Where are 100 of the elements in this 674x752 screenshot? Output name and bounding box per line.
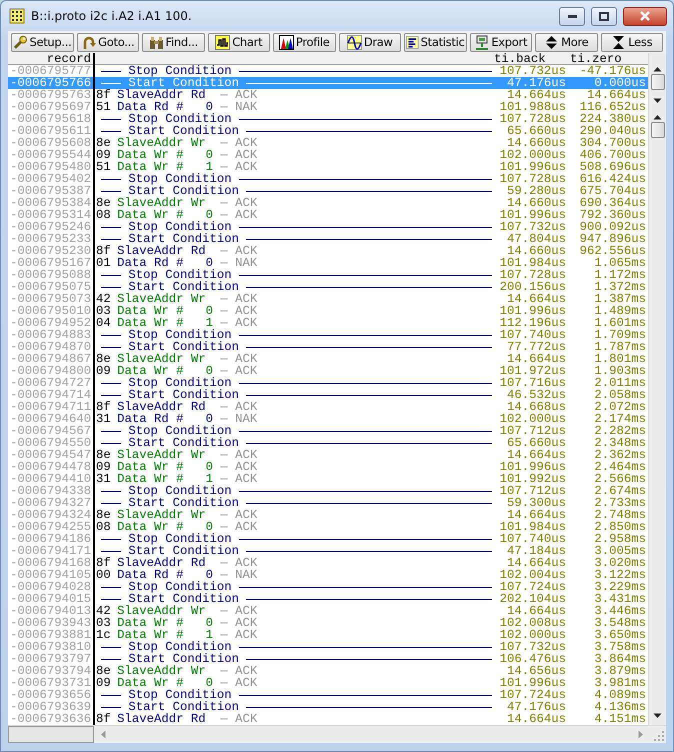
trace-row[interactable]: -0006794870 Start Condition 77.772us 1.787ms [8, 341, 648, 353]
trace-row[interactable]: -0006794327 Start Condition 59.300us 2.733ms [8, 497, 648, 509]
toolbar-button[interactable]: Statistic [404, 33, 466, 52]
event-text: SlaveAddr Wr [117, 449, 206, 461]
trace-row[interactable]: -0006794168 8f SlaveAddr Rd — ACK 14.664us 3.020ms [8, 557, 648, 569]
trace-row[interactable]: -0006793943 03 Data Wr # 0 — ACK 102.008us 3.548ms [8, 617, 648, 629]
trace-row[interactable]: -0006794547 8e SlaveAddr Wr — ACK 14.664us 2.362ms [8, 449, 648, 461]
column-header[interactable]: ti.back [492, 53, 568, 65]
time-cell-text: 2.748ms [593, 509, 647, 521]
trace-row[interactable]: -0006794727 Stop Condition 107.716us 2.011ms [8, 377, 648, 389]
trace-row[interactable]: -0006795233 Start Condition 47.804us 947.896us [8, 233, 648, 245]
trace-row[interactable]: -0006795387 Start Condition 59.280us 675.704us [8, 185, 648, 197]
trace-row[interactable]: -0006795088 Stop Condition 107.728us 1.172ms [8, 269, 648, 281]
trace-row[interactable]: -0006794171 Start Condition 47.184us 3.005ms [8, 545, 648, 557]
toolbar-button[interactable]: Goto... [76, 33, 139, 52]
trace-row[interactable]: -0006793731 09 Data Wr # 0 — ACK 101.996us 3.981ms [8, 677, 648, 689]
toolbar-button[interactable]: Less [600, 33, 663, 52]
ack-text: — ACK [220, 605, 258, 617]
trace-row[interactable]: -0006794711 8f SlaveAddr Rd — ACK 14.668us 2.072ms [8, 401, 648, 413]
toolbar-button[interactable]: Find... [142, 33, 204, 52]
toolbar-button[interactable]: More [535, 33, 598, 52]
toolbar-button[interactable]: Setup... [11, 33, 74, 52]
trace-row[interactable]: -0006795608 8e SlaveAddr Wr — ACK 14.660us 304.700us [8, 137, 648, 149]
toolbar-button[interactable]: Draw [338, 33, 401, 52]
trace-row[interactable]: -0006794640 31 Data Rd # 0 — NAK 102.000us 2.174ms [8, 413, 648, 425]
close-button[interactable] [623, 6, 667, 26]
vertical-scrollbar[interactable] [648, 53, 666, 725]
scroll-up-icon[interactable] [653, 66, 662, 72]
byte-value: 08 [95, 209, 112, 221]
event-text: Data Wr # [117, 209, 184, 221]
trace-row[interactable]: -0006793810 Stop Condition 107.732us 3.758ms [8, 641, 648, 653]
event-text: Data Wr # [117, 521, 184, 533]
trace-row[interactable]: -0006794028 Stop Condition 107.724us 3.229ms [8, 581, 648, 593]
window-title: B::i.proto i2c i.A2 i.A1 100. [31, 8, 193, 25]
maximize-button[interactable] [591, 6, 617, 26]
trace-row[interactable]: -0006794550 Start Condition 65.660us 2.348ms [8, 437, 648, 449]
trace-row[interactable]: -0006794105 00 Data Rd # 0 — NAK 102.004us 3.122ms [8, 569, 648, 581]
trace-row[interactable]: -0006794255 08 Data Wr # 0 — ACK 101.984us 2.850ms [8, 521, 648, 533]
event-text: Data Wr # [117, 161, 184, 173]
toolbar-button[interactable]: Export [470, 33, 532, 52]
record-cell-text: -0006795010 [9, 305, 92, 317]
trace-row[interactable]: -0006795480 51 Data Wr # 1 — ACK 101.996us 508.696us [8, 161, 648, 173]
scroll-down-icon[interactable] [653, 98, 662, 104]
trace-row[interactable]: -0006794015 Start Condition 202.104us 3.431ms [8, 593, 648, 605]
scroll-up-icon[interactable] [653, 114, 662, 120]
horizontal-scrollbar[interactable] [8, 725, 666, 743]
scroll-down-icon[interactable] [653, 713, 662, 719]
time-cell-text: 14.656us [506, 665, 567, 677]
trace-row[interactable]: -0006795384 8e SlaveAddr Wr — ACK 14.660us 690.364us [8, 197, 648, 209]
toolbar-button[interactable]: Chart [208, 33, 270, 52]
event-text: Data Rd # [117, 257, 184, 269]
trace-row[interactable]: -0006794013 42 SlaveAddr Wr — ACK 14.664us 3.446ms [8, 605, 648, 617]
trace-row[interactable]: -0006794410 31 Data Wr # 1 — ACK 101.992us 2.566ms [8, 473, 648, 485]
scroll-right-icon[interactable] [638, 730, 644, 739]
ack-text: — ACK [220, 509, 258, 521]
event-text: Data Rd # [117, 101, 184, 113]
trace-row[interactable]: -0006794567 Stop Condition 107.712us 2.282ms [8, 425, 648, 437]
record-cell-text: -0006793731 [9, 677, 92, 689]
trace-row[interactable]: -0006794714 Start Condition 46.532us 2.058ms [8, 389, 648, 401]
trace-row[interactable]: -0006795697 51 Data Rd # 0 — NAK 101.988us 116.652us [8, 101, 648, 113]
minimize-button[interactable] [559, 6, 585, 26]
condition-text: Stop Condition [128, 581, 232, 593]
trace-row[interactable]: -0006795402 Stop Condition 107.728us 616.424us [8, 173, 648, 185]
trace-row[interactable]: -0006795763 8f SlaveAddr Rd — ACK 14.664us 14.664us [8, 89, 648, 101]
trace-row[interactable]: -0006794478 09 Data Wr # 0 — ACK 101.996us 2.464ms [8, 461, 648, 473]
trace-row[interactable]: -0006795230 8f SlaveAddr Rd — ACK 14.660us 962.556us [8, 245, 648, 257]
toolbar-button[interactable]: Profile [273, 33, 336, 52]
trace-row[interactable]: -0006795246 Stop Condition 107.732us 900.092us [8, 221, 648, 233]
trace-row[interactable]: -0006795075 Start Condition 200.156us 1.372ms [8, 281, 648, 293]
trace-row[interactable]: -0006795544 09 Data Wr # 0 — ACK 102.000us 406.700us [8, 149, 648, 161]
scroll-thumb[interactable] [8, 726, 94, 743]
trace-row[interactable]: -0006794952 04 Data Wr # 1 — ACK 112.196us 1.601ms [8, 317, 648, 329]
trace-row[interactable]: -0006794186 Stop Condition 107.740us 2.958ms [8, 533, 648, 545]
ack-text: — ACK [220, 521, 258, 533]
trace-row[interactable]: -0006793656 Stop Condition 107.724us 4.089ms [8, 689, 648, 701]
scroll-thumb[interactable] [650, 122, 664, 138]
ack-text: — ACK [220, 197, 258, 209]
byte-value: 01 [95, 257, 112, 269]
trace-row[interactable]: -0006795314 08 Data Wr # 0 — ACK 101.996us 792.360us [8, 209, 648, 221]
trace-row[interactable]: -0006793639 Start Condition 47.176us 4.136ms [8, 701, 648, 713]
trace-row[interactable]: -0006795777 Stop Condition 107.732us -47.176us [8, 65, 648, 77]
trace-row[interactable]: -0006794338 Stop Condition 107.712us 2.674ms [8, 485, 648, 497]
column-header[interactable]: record [8, 53, 93, 65]
trace-row[interactable]: -0006794867 8e SlaveAddr Wr — ACK 14.664us 1.801ms [8, 353, 648, 365]
trace-row[interactable]: -0006793881 1c Data Wr # 1 — ACK 102.000us 3.650ms [8, 629, 648, 641]
scroll-left-icon[interactable] [100, 730, 106, 739]
trace-row[interactable]: -0006795167 01 Data Rd # 0 — NAK 101.984us 1.065ms [8, 257, 648, 269]
trace-row[interactable]: -0006794324 8e SlaveAddr Wr — ACK 14.664us 2.748ms [8, 509, 648, 521]
trace-row[interactable]: -0006795611 Start Condition 65.660us 290.040us [8, 125, 648, 137]
trace-row[interactable]: -0006793794 8e SlaveAddr Wr — ACK 14.656us 3.879ms [8, 665, 648, 677]
trace-row[interactable]: -0006794883 Stop Condition 107.740us 1.709ms [8, 329, 648, 341]
trace-row[interactable]: -0006793636 8f SlaveAddr Rd — ACK 14.664us 4.151ms [8, 713, 648, 725]
trace-row[interactable]: -0006794800 09 Data Wr # 0 — ACK 101.972us 1.903ms [8, 365, 648, 377]
trace-row[interactable]: -0006793797 Start Condition 106.476us 3.864ms [8, 653, 648, 665]
trace-row[interactable]: -0006795010 03 Data Wr # 0 — ACK 101.996us 1.489ms [8, 305, 648, 317]
column-header[interactable]: ti.zero [568, 53, 648, 65]
trace-row[interactable]: -0006795073 42 SlaveAddr Wr — ACK 14.664us 1.387ms [8, 293, 648, 305]
trace-row[interactable]: -0006795618 Stop Condition 107.728us 224.380us [8, 113, 648, 125]
time-cell-text: 101.992us [498, 473, 567, 485]
scroll-thumb[interactable] [650, 74, 664, 90]
